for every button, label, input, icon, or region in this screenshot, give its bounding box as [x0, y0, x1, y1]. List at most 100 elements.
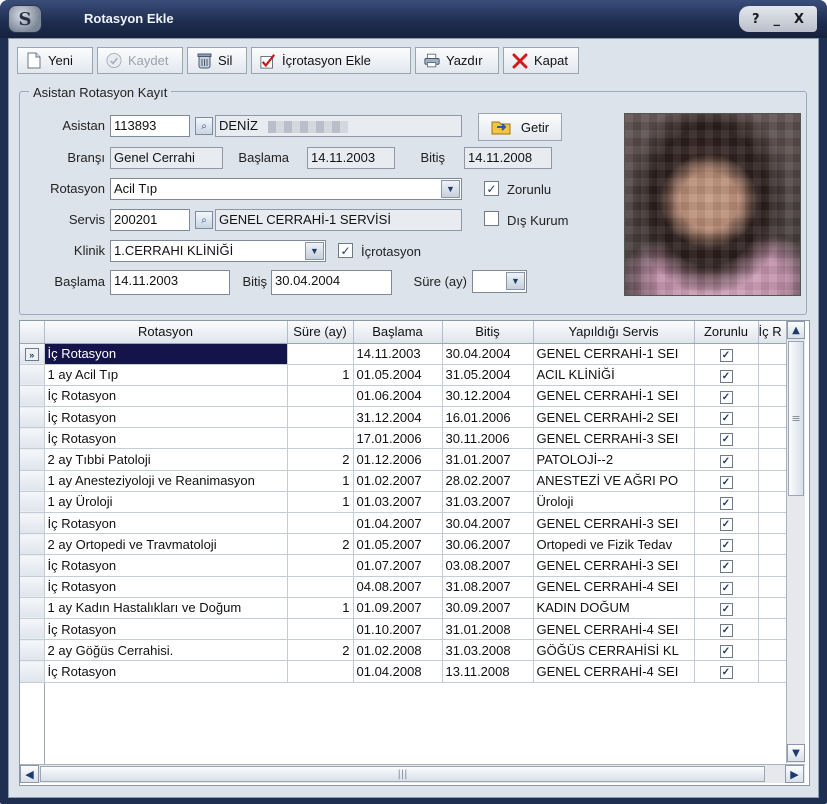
- cell-zorunlu[interactable]: ✓: [694, 533, 759, 556]
- service-code-field[interactable]: 200201: [110, 209, 190, 231]
- cell-rotasyon[interactable]: İç Rotasyon: [44, 427, 288, 450]
- service-lookup-icon[interactable]: ⌕: [195, 211, 213, 229]
- cell-zorunlu[interactable]: ✓: [694, 364, 759, 386]
- column-header-sure[interactable]: Süre (ay): [287, 321, 354, 344]
- scroll-left-button[interactable]: ◀: [20, 765, 39, 783]
- chevron-down-icon[interactable]: ▼: [506, 272, 525, 290]
- cell-ic-rotasyon[interactable]: [758, 491, 787, 514]
- zorunlu-checkbox[interactable]: ✓: [719, 412, 733, 426]
- cell-ic-rotasyon[interactable]: [758, 385, 787, 408]
- cell-ic-rotasyon[interactable]: [758, 470, 787, 492]
- cell-zorunlu[interactable]: ✓: [694, 427, 759, 450]
- cell-sure[interactable]: 2: [287, 533, 354, 556]
- cell-ic-rotasyon[interactable]: [758, 554, 787, 577]
- cell-zorunlu[interactable]: ✓: [694, 448, 759, 471]
- cell-servis[interactable]: GENEL CERRAHİ-3 SEI: [533, 512, 695, 535]
- cell-rotasyon[interactable]: İç Rotasyon: [44, 406, 288, 429]
- cell-bitis[interactable]: 31.01.2008: [442, 618, 534, 641]
- cell-sure[interactable]: 1: [287, 597, 354, 619]
- mandatory-checkbox[interactable]: ✓: [484, 181, 499, 196]
- table-row[interactable]: İç Rotasyon 17.01.2006 30.11.2006 GENEL CER…: [20, 427, 787, 450]
- cell-ic-rotasyon[interactable]: [758, 364, 787, 386]
- cell-sure[interactable]: [287, 427, 354, 450]
- table-row[interactable]: 1 ay Acil Tıp 1 01.05.2004 31.05.2004 ACIL K…: [20, 364, 787, 386]
- cell-servis[interactable]: ACIL KLİNİĞİ: [533, 364, 695, 386]
- vertical-scrollbar[interactable]: ▲ ≡ ▼: [786, 321, 805, 763]
- cell-bitis[interactable]: 31.01.2007: [442, 448, 534, 471]
- cell-zorunlu[interactable]: ✓: [694, 512, 759, 535]
- cell-zorunlu[interactable]: ✓: [694, 576, 759, 598]
- cell-bitis[interactable]: 16.01.2006: [442, 406, 534, 429]
- cell-rotasyon[interactable]: İç Rotasyon: [44, 660, 288, 683]
- row-indicator[interactable]: [20, 618, 45, 641]
- cell-ic-rotasyon[interactable]: [758, 427, 787, 450]
- chevron-down-icon[interactable]: ▼: [441, 180, 460, 198]
- cell-sure[interactable]: [287, 618, 354, 641]
- end-date-field[interactable]: 30.04.2004: [271, 270, 392, 295]
- add-internal-rotation-button[interactable]: İçrotasyon Ekle: [251, 47, 411, 74]
- cell-bitis[interactable]: 30.11.2006: [442, 427, 534, 450]
- cell-sure[interactable]: 1: [287, 364, 354, 386]
- external-checkbox[interactable]: [484, 211, 499, 226]
- cell-baslama[interactable]: 01.03.2007: [353, 491, 443, 514]
- scroll-up-button[interactable]: ▲: [787, 321, 805, 339]
- row-indicator[interactable]: [20, 448, 45, 471]
- cell-rotasyon[interactable]: İç Rotasyon: [44, 512, 288, 535]
- row-indicator[interactable]: [20, 533, 45, 556]
- table-row[interactable]: 1 ay Üroloji 1 01.03.2007 31.03.2007 Üroloji…: [20, 491, 787, 514]
- scroll-down-button[interactable]: ▼: [787, 744, 805, 762]
- cell-servis[interactable]: GENEL CERRAHİ-4 SEI: [533, 660, 695, 683]
- cell-baslama[interactable]: 01.02.2007: [353, 470, 443, 492]
- cell-baslama[interactable]: 01.05.2004: [353, 364, 443, 386]
- table-row[interactable]: İç Rotasyon 01.04.2008 13.11.2008 GENEL CER…: [20, 660, 787, 683]
- cell-servis[interactable]: ANESTEZİ VE AĞRI PO: [533, 470, 695, 492]
- cell-baslama[interactable]: 17.01.2006: [353, 427, 443, 450]
- cell-rotasyon[interactable]: 2 ay Tıbbi Patoloji: [44, 448, 288, 471]
- column-header-bitis[interactable]: Bitiş: [442, 321, 534, 344]
- cell-baslama[interactable]: 01.09.2007: [353, 597, 443, 619]
- cell-servis[interactable]: Üroloji: [533, 491, 695, 514]
- cell-baslama[interactable]: 01.05.2007: [353, 533, 443, 556]
- delete-button[interactable]: Sil: [187, 47, 247, 74]
- column-header-servis[interactable]: Yapıldığı Servis: [533, 321, 695, 344]
- cell-ic-rotasyon[interactable]: [758, 343, 787, 365]
- cell-ic-rotasyon[interactable]: [758, 533, 787, 556]
- row-indicator[interactable]: »: [20, 343, 45, 365]
- cell-rotasyon[interactable]: 1 ay Üroloji: [44, 491, 288, 514]
- row-indicator[interactable]: [20, 554, 45, 577]
- cell-servis[interactable]: GENEL CERRAHİ-4 SEI: [533, 576, 695, 598]
- cell-baslama[interactable]: 01.10.2007: [353, 618, 443, 641]
- cell-bitis[interactable]: 03.08.2007: [442, 554, 534, 577]
- row-indicator[interactable]: [20, 427, 45, 450]
- cell-baslama[interactable]: 14.11.2003: [353, 343, 443, 365]
- cell-sure[interactable]: 1: [287, 470, 354, 492]
- cell-rotasyon[interactable]: 2 ay Göğüs Cerrahisi.: [44, 639, 288, 662]
- cell-rotasyon[interactable]: İç Rotasyon: [44, 385, 288, 408]
- cell-zorunlu[interactable]: ✓: [694, 597, 759, 619]
- cell-bitis[interactable]: 30.09.2007: [442, 597, 534, 619]
- cell-rotasyon[interactable]: 1 ay Acil Tıp: [44, 364, 288, 386]
- cell-ic-rotasyon[interactable]: [758, 597, 787, 619]
- app-logo-icon[interactable]: S: [8, 5, 42, 33]
- clinic-select[interactable]: 1.CERRAHI KLİNİĞİ ▼: [110, 240, 326, 262]
- row-indicator[interactable]: [20, 660, 45, 683]
- zorunlu-checkbox[interactable]: ✓: [719, 581, 733, 595]
- cell-rotasyon[interactable]: 1 ay Anesteziyoloji ve Reanimasyon: [44, 470, 288, 492]
- cell-zorunlu[interactable]: ✓: [694, 385, 759, 408]
- cell-servis[interactable]: GÖĞÜS CERRAHİSİ KL: [533, 639, 695, 662]
- cell-ic-rotasyon[interactable]: [758, 618, 787, 641]
- cell-ic-rotasyon[interactable]: [758, 448, 787, 471]
- cell-zorunlu[interactable]: ✓: [694, 660, 759, 683]
- cell-bitis[interactable]: 31.08.2007: [442, 576, 534, 598]
- zorunlu-checkbox[interactable]: ✓: [719, 369, 733, 383]
- row-indicator[interactable]: [20, 576, 45, 598]
- horizontal-scrollbar[interactable]: ◀ ||| ▶: [20, 764, 805, 783]
- chevron-down-icon[interactable]: ▼: [305, 242, 324, 260]
- cell-zorunlu[interactable]: ✓: [694, 491, 759, 514]
- rotation-select[interactable]: Acil Tıp ▼: [110, 178, 462, 200]
- row-indicator[interactable]: [20, 406, 45, 429]
- table-row[interactable]: İç Rotasyon 01.07.2007 03.08.2007 GENEL CER…: [20, 554, 787, 577]
- zorunlu-checkbox[interactable]: ✓: [719, 475, 733, 489]
- cell-ic-rotasyon[interactable]: [758, 576, 787, 598]
- print-button[interactable]: Yazdır: [415, 47, 499, 74]
